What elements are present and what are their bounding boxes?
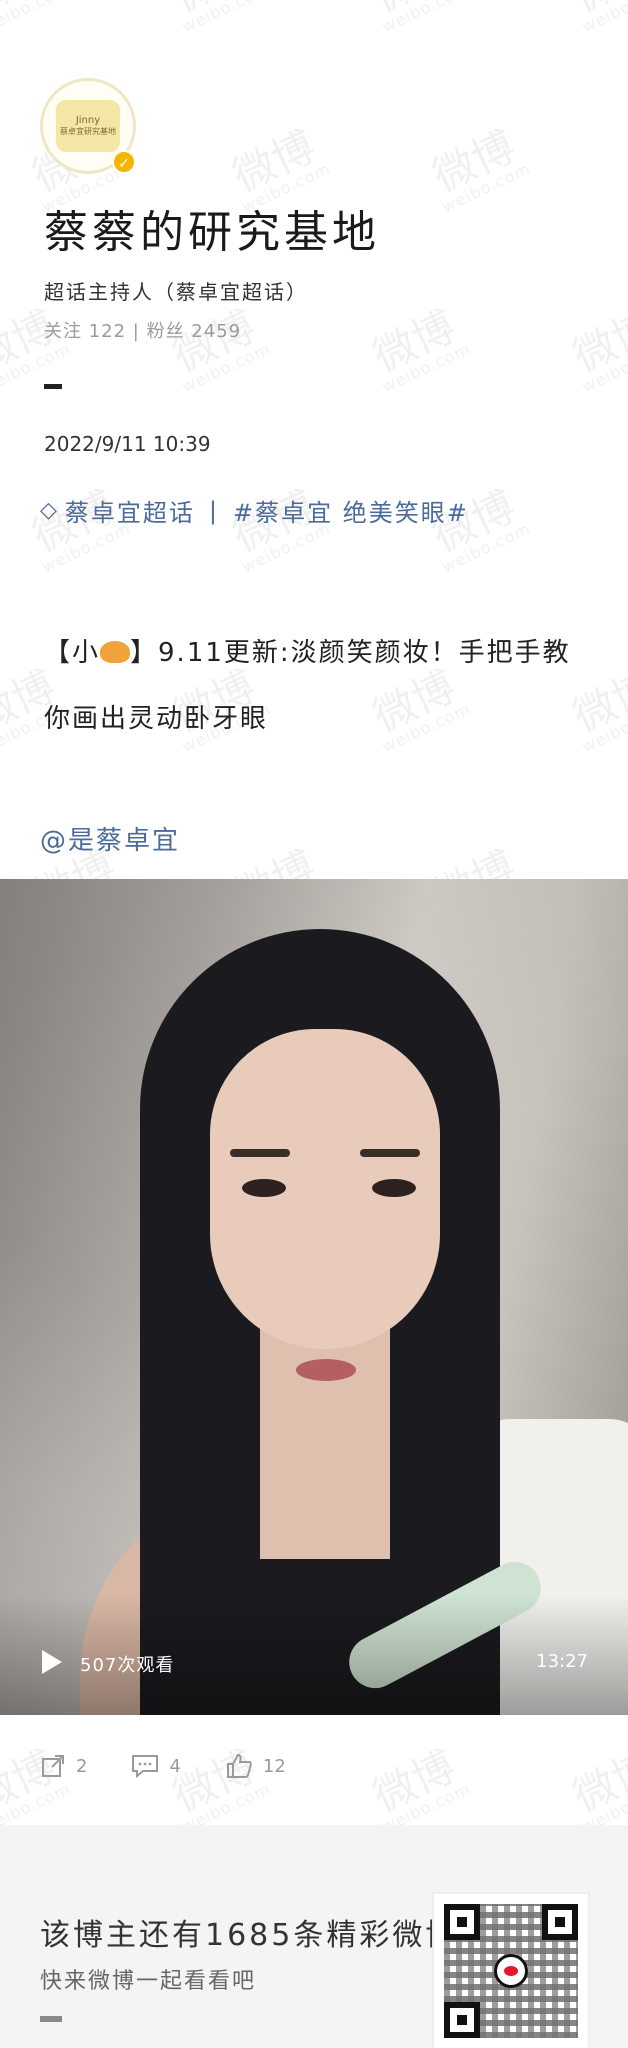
account-role: 超话主持人（蔡卓宜超话） xyxy=(44,280,308,304)
weibo-logo-icon xyxy=(494,1954,528,1988)
qr-finder-top-left xyxy=(444,1904,480,1940)
sweet-potato-emoji-icon xyxy=(100,640,131,663)
account-stats: 关注 122 | 粉丝 2459 xyxy=(44,321,242,342)
hashtag-link[interactable]: #蔡卓宜 绝美笑眼# xyxy=(233,493,469,528)
content-prefix: 【小 xyxy=(44,638,101,668)
qr-code[interactable] xyxy=(434,1894,588,2048)
post-tags: ◇ 蔡卓宜超话 | #蔡卓宜 绝美笑眼# xyxy=(40,493,469,528)
account-name[interactable]: 蔡蔡的研究基地 xyxy=(44,196,380,260)
qr-finder-bottom-left xyxy=(444,2002,480,2038)
post-date: 2022/9/11 10:39 xyxy=(44,432,211,456)
share-button[interactable]: 2 xyxy=(40,1752,87,1780)
comment-button[interactable]: 4 xyxy=(131,1752,181,1780)
promo-headline[interactable]: 该博主还有1685条精彩微博 xyxy=(40,1910,458,1954)
watermark-tile: 微博weibo.com xyxy=(0,0,74,37)
share-count: 2 xyxy=(76,1755,88,1777)
thumbs-up-icon xyxy=(226,1753,252,1778)
comment-icon xyxy=(132,1755,159,1779)
tag-separator: | xyxy=(208,496,220,525)
qr-finder-top-right xyxy=(542,1904,578,1940)
watermark-tile: 微博weibo.com xyxy=(566,0,628,37)
watermark-tile: 微博weibo.com xyxy=(366,0,474,37)
watermark-tile: 微博weibo.com xyxy=(365,301,474,397)
avatar-text: 蔡卓宜研究基地 xyxy=(60,127,116,136)
post-actions: 2 4 12 xyxy=(40,1752,330,1780)
watermark-tile: 微博weibo.com xyxy=(425,121,534,217)
supertopic-link[interactable]: 蔡卓宜超话 xyxy=(65,493,195,528)
video-subject-mouth xyxy=(296,1359,356,1381)
divider-dash xyxy=(44,384,62,389)
supertopic-diamond-icon: ◇ xyxy=(40,498,59,523)
like-count: 12 xyxy=(262,1755,286,1777)
video-view-count: 507次观看 xyxy=(80,1655,175,1676)
like-button[interactable]: 12 xyxy=(225,1752,286,1780)
video-player[interactable] xyxy=(0,879,628,1715)
avatar-logo: Jinny 蔡卓宜研究基地 xyxy=(56,100,120,152)
play-icon[interactable] xyxy=(42,1650,62,1674)
avatar-small-text: Jinny xyxy=(75,115,101,126)
watermark-tile: 微博weibo.com xyxy=(565,1741,628,1837)
watermark-tile: 微博weibo.com xyxy=(565,301,628,397)
mention-link[interactable]: @是蔡卓宜 xyxy=(40,820,180,857)
watermark-tile: 微博weibo.com xyxy=(365,1741,474,1837)
comment-count: 4 xyxy=(169,1755,181,1777)
watermark-tile: 微博weibo.com xyxy=(166,0,274,37)
video-subject-eye-right xyxy=(372,1179,416,1197)
video-duration: 13:27 xyxy=(536,1651,588,1672)
watermark-tile: 微博weibo.com xyxy=(625,121,628,202)
video-subject-brow-left xyxy=(230,1149,290,1157)
watermark-tile: 微博weibo.com xyxy=(625,481,628,562)
verified-badge-icon: ✓ xyxy=(112,150,136,174)
promo-dash xyxy=(40,2016,62,2022)
video-subject-brow-right xyxy=(360,1149,420,1157)
share-icon xyxy=(42,1755,64,1777)
promo-subline: 快来微博一起看看吧 xyxy=(40,1969,257,1994)
video-subject-eye-left xyxy=(242,1179,286,1197)
post-content: 【小 】9.11更新:淡颜笑颜妆！手把手教你画出灵动卧牙眼 xyxy=(44,620,584,752)
